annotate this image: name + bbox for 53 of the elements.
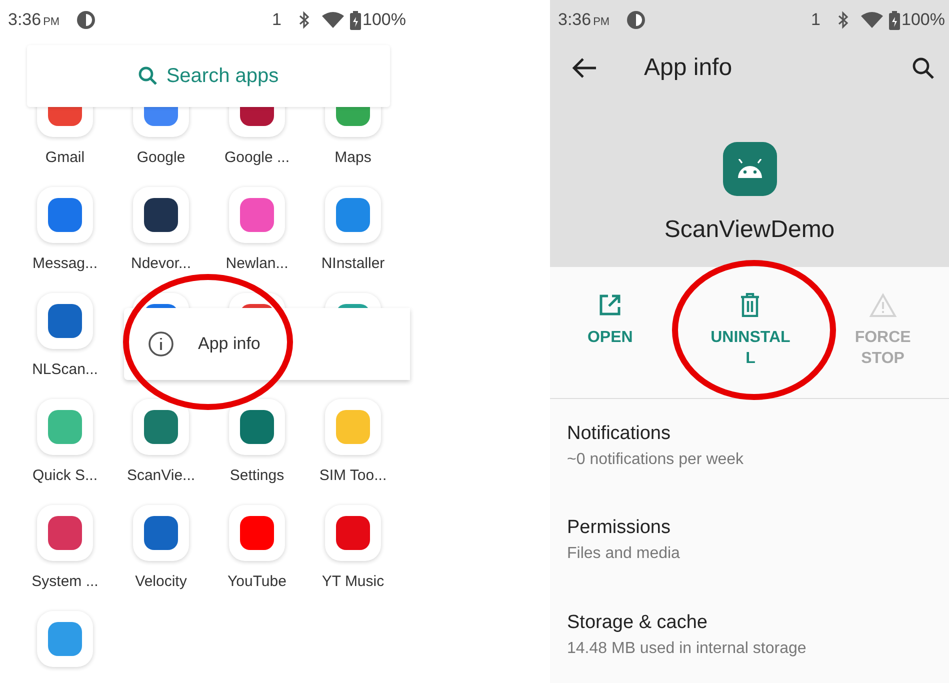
- status-period: PM: [593, 16, 610, 28]
- app-label: Settings: [230, 467, 284, 484]
- bluetooth-icon: [298, 11, 310, 29]
- app-label: Ndevor...: [130, 255, 192, 272]
- app-icon[interactable]: [229, 399, 285, 455]
- app-label: YT Music: [322, 573, 384, 590]
- open-external-icon: [598, 293, 622, 318]
- battery-icon: [350, 10, 361, 30]
- app-label: YouTube: [228, 573, 286, 590]
- app-label: SIM Too...: [319, 467, 387, 484]
- setting-summary: Files and media: [567, 545, 681, 564]
- status-time: 3:36: [558, 10, 592, 30]
- wifi-icon: [322, 12, 344, 28]
- info-icon: [148, 331, 174, 357]
- app-label: System ...: [32, 573, 98, 590]
- wifi-icon: [860, 12, 883, 28]
- setting-title[interactable]: Storage & cache: [567, 612, 932, 634]
- app-label: Gmail: [45, 149, 85, 166]
- battery-percent: 100%: [902, 10, 945, 30]
- toolbar-title: App info: [644, 54, 734, 82]
- app-label: Quick S...: [32, 467, 98, 484]
- app-icon[interactable]: [37, 293, 93, 349]
- app-label: Maps: [334, 149, 372, 166]
- app-label: Messag...: [32, 255, 98, 272]
- warning-icon: [868, 293, 897, 318]
- data-saver-icon: [76, 10, 96, 30]
- sim-slot-label: 1: [811, 10, 821, 30]
- status-time: 3:36: [8, 10, 42, 30]
- menu-item[interactable]: App info: [148, 331, 260, 357]
- status-period: PM: [43, 16, 60, 28]
- setting-title[interactable]: Permissions: [567, 517, 932, 540]
- action-button[interactable]: OPEN: [552, 293, 668, 382]
- data-saver-icon: [626, 10, 646, 30]
- search-field[interactable]: Search apps: [27, 45, 390, 107]
- battery-percent: 100%: [362, 10, 406, 30]
- setting-title[interactable]: Notifications: [567, 422, 932, 445]
- setting-summary: 14.48 MB used in internal storage: [567, 640, 808, 658]
- app-label: Velocity: [135, 573, 187, 590]
- app-label: Google ...: [224, 149, 290, 166]
- sim-slot-label: 1: [272, 10, 282, 30]
- app-label: Newlan...: [226, 255, 288, 272]
- app-icon[interactable]: [133, 505, 189, 561]
- bluetooth-icon: [836, 11, 849, 29]
- battery-icon: [888, 10, 900, 30]
- app-label: NInstaller: [321, 255, 385, 272]
- app-name: ScanViewDemo: [664, 216, 835, 244]
- search-icon: [138, 66, 158, 86]
- setting-summary: ~0 notifications per week: [567, 450, 745, 469]
- app-label: Google: [136, 149, 186, 166]
- app-icon[interactable]: [133, 187, 189, 243]
- app-label: ScanVie...: [126, 467, 196, 484]
- app-label: NLScan...: [32, 361, 98, 378]
- trash-icon: [739, 293, 762, 318]
